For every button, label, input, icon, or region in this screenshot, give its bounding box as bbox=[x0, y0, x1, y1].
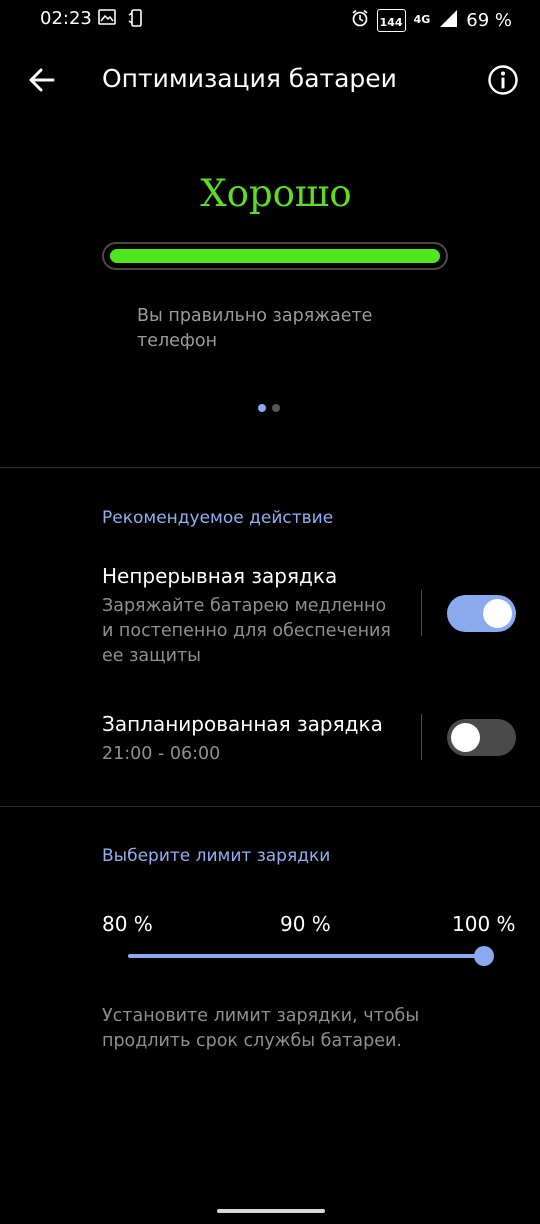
battery-percent: 69 % bbox=[466, 9, 512, 31]
section-header-charge-limit: Выберите лимит зарядки bbox=[102, 846, 331, 866]
home-indicator[interactable] bbox=[217, 1209, 325, 1213]
status-system-icons: 144 4G 69 % bbox=[351, 8, 512, 32]
status-time: 02:23 bbox=[40, 8, 92, 29]
network-type: 4G bbox=[413, 13, 431, 26]
limit-option-90[interactable]: 90 % bbox=[280, 912, 331, 936]
divider bbox=[0, 467, 540, 468]
limit-option-80[interactable]: 80 % bbox=[102, 912, 153, 936]
continuous-charging-toggle[interactable] bbox=[447, 595, 516, 632]
charge-limit-slider[interactable] bbox=[128, 954, 484, 958]
signal-icon bbox=[438, 8, 458, 32]
divider bbox=[421, 590, 422, 636]
toggle-knob bbox=[483, 599, 512, 628]
refresh-rate-icon: 144 bbox=[376, 8, 406, 32]
slider-thumb[interactable] bbox=[474, 946, 494, 966]
health-status: Хорошо bbox=[200, 172, 352, 215]
health-bar bbox=[102, 242, 448, 270]
toggle-knob bbox=[451, 723, 480, 752]
health-bar-fill bbox=[110, 249, 440, 263]
alarm-icon bbox=[351, 9, 369, 31]
app-bar: Оптимизация батареи bbox=[0, 52, 540, 108]
setting-continuous-charging[interactable]: Непрерывная зарядка Заряжайте батарею ме… bbox=[0, 564, 540, 674]
refresh-rate-text: 144 bbox=[379, 15, 403, 29]
setting-title: Непрерывная зарядка bbox=[102, 564, 338, 588]
divider bbox=[421, 714, 422, 760]
phone-settings-icon bbox=[128, 9, 144, 31]
limit-option-100[interactable]: 100 % bbox=[452, 912, 516, 936]
setting-title: Запланированная зарядка bbox=[102, 712, 383, 736]
gallery-icon bbox=[98, 9, 116, 31]
health-description: Вы правильно заряжаете телефон bbox=[137, 306, 373, 351]
setting-scheduled-charging[interactable]: Запланированная зарядка 21:00 - 06:00 bbox=[0, 712, 540, 772]
info-button[interactable] bbox=[486, 63, 520, 97]
pager-dots bbox=[258, 404, 280, 412]
pager-dot-1[interactable] bbox=[258, 404, 266, 412]
status-notification-icons bbox=[98, 9, 144, 31]
setting-summary: Заряжайте батарею медленно и постепенно … bbox=[102, 596, 391, 666]
info-icon bbox=[488, 65, 518, 95]
setting-summary: 21:00 - 06:00 bbox=[102, 744, 221, 764]
page-title: Оптимизация батареи bbox=[102, 64, 397, 93]
section-header-recommended: Рекомендуемое действие bbox=[102, 508, 334, 528]
slider-fill bbox=[128, 954, 484, 958]
scheduled-charging-toggle[interactable] bbox=[447, 719, 516, 756]
status-bar: 02:23 144 4G 69 % bbox=[0, 0, 540, 40]
charge-limit-description: Установите лимит зарядки, чтобы продлить… bbox=[102, 1006, 420, 1051]
pager-dot-2[interactable] bbox=[272, 404, 280, 412]
arrow-back-icon bbox=[29, 68, 55, 92]
back-button[interactable] bbox=[26, 64, 58, 96]
divider bbox=[0, 806, 540, 807]
